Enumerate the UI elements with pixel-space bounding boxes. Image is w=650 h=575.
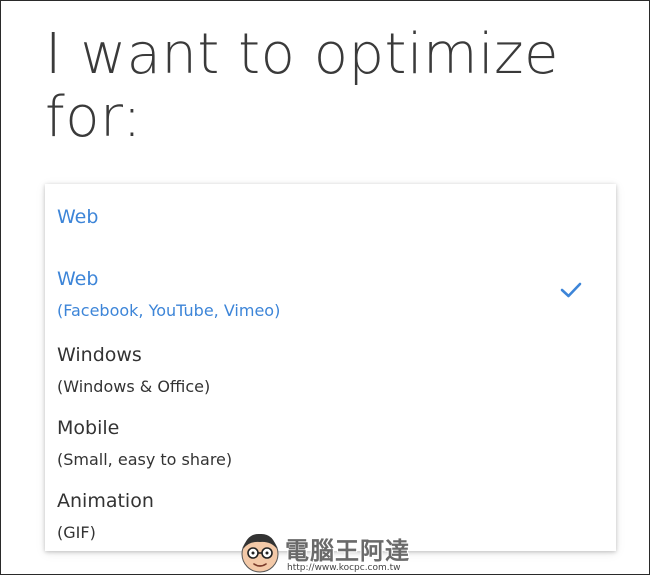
mascot-face-icon <box>241 533 279 573</box>
watermark-brand: 電腦王阿達 <box>285 537 410 565</box>
option-windows[interactable]: Windows (Windows & Office) <box>45 344 616 414</box>
option-mobile-title: Mobile <box>57 417 120 439</box>
option-windows-title: Windows <box>57 344 142 366</box>
option-windows-subtitle: (Windows & Office) <box>57 377 211 396</box>
option-web-subtitle: (Facebook, YouTube, Vimeo) <box>57 301 281 320</box>
option-animation-subtitle: (GIF) <box>57 523 96 542</box>
option-web[interactable]: Web (Facebook, YouTube, Vimeo) <box>45 268 616 338</box>
watermark: 電腦王阿達 http://www.kocpc.com.tw <box>237 527 427 575</box>
option-web-title: Web <box>57 268 99 290</box>
dialog-frame: I want to optimize for: Web Web (Faceboo… <box>0 0 650 575</box>
option-mobile[interactable]: Mobile (Small, easy to share) <box>45 417 616 487</box>
option-animation-title: Animation <box>57 490 154 512</box>
dropdown-selected-value[interactable]: Web <box>57 206 98 228</box>
watermark-url: http://www.kocpc.com.tw <box>285 563 403 573</box>
checkmark-icon <box>560 282 582 298</box>
option-mobile-subtitle: (Small, easy to share) <box>57 450 233 469</box>
page-title: I want to optimize for: <box>45 22 559 150</box>
optimize-for-dropdown[interactable]: Web Web (Facebook, YouTube, Vimeo) Windo… <box>45 184 616 551</box>
